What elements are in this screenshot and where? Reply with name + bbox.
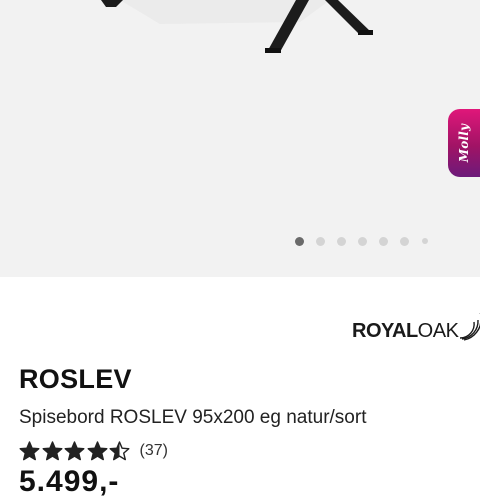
star-icon	[64, 441, 85, 461]
star-icon	[41, 441, 62, 461]
star-icon	[19, 441, 40, 461]
product-title: ROSLEV	[19, 364, 132, 394]
molly-assistant-button[interactable]: Molly	[448, 109, 480, 177]
brand-wordmark: ROYALOAK	[352, 320, 459, 342]
gallery-dot-7[interactable]	[422, 238, 428, 244]
product-rating[interactable]: (37)	[19, 440, 168, 462]
star-icon	[109, 441, 130, 461]
product-price: 5.499,-	[19, 465, 120, 498]
brand-logo-royal-oak[interactable]: ROYALOAK TM	[352, 308, 480, 344]
rating-stars	[19, 441, 132, 461]
product-subtitle: Spisebord ROSLEV 95x200 eg natur/sort	[19, 407, 367, 428]
product-image-gallery[interactable]: Molly	[0, 0, 480, 277]
gallery-dot-3[interactable]	[337, 236, 346, 246]
review-count[interactable]: (37)	[140, 442, 168, 460]
gallery-dot-6[interactable]	[400, 236, 409, 246]
gallery-pagination	[295, 236, 440, 246]
star-icon	[86, 441, 107, 461]
gallery-dot-5[interactable]	[379, 236, 388, 246]
gallery-dot-2[interactable]	[316, 236, 325, 246]
gallery-dot-4[interactable]	[358, 236, 367, 246]
gallery-dot-1[interactable]	[295, 236, 304, 246]
molly-label: Molly	[457, 123, 472, 163]
brand-arcs-icon: TM	[460, 312, 480, 341]
